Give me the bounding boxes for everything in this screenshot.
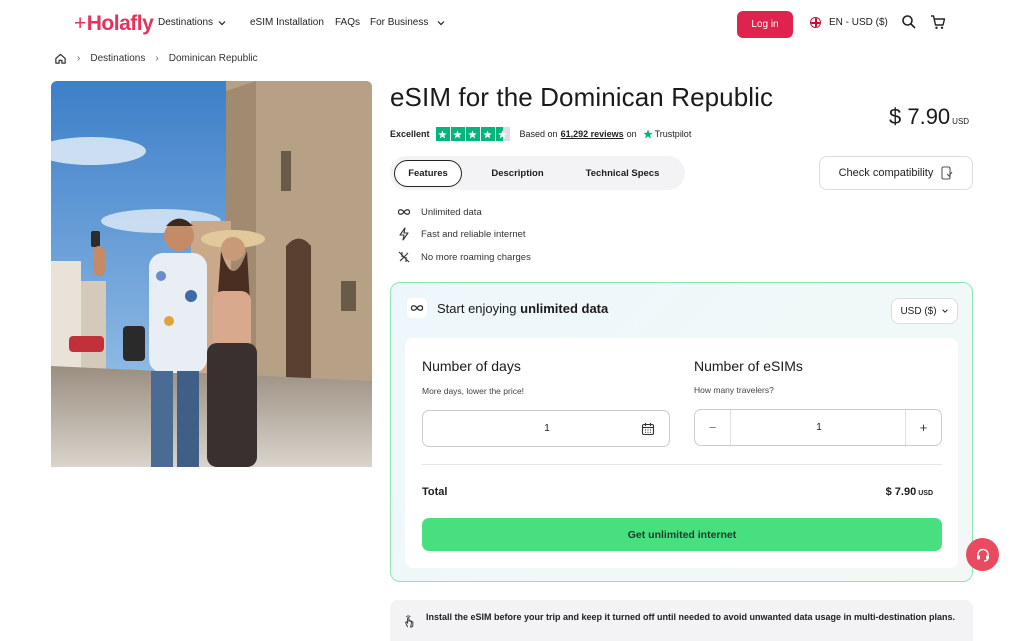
install-notice: Install the eSIM before your trip and ke… — [390, 600, 973, 641]
price-value: $ 7.90 — [889, 104, 951, 129]
esims-label: Number of eSIMs — [694, 358, 803, 374]
login-button[interactable]: Log in — [737, 11, 793, 38]
uk-flag-icon — [810, 17, 821, 28]
language-currency-label: EN - USD ($) — [829, 17, 888, 28]
rating-label: Excellent — [390, 129, 430, 139]
star-icon — [480, 127, 495, 141]
home-icon[interactable] — [54, 52, 67, 65]
plan-heading-prefix: Start enjoying — [437, 300, 517, 316]
search-icon[interactable] — [901, 14, 917, 30]
feature-item: Fast and reliable internet — [397, 227, 526, 241]
star-icon — [465, 127, 480, 141]
currency-select-value: USD ($) — [900, 305, 937, 317]
tab-description[interactable]: Description — [475, 160, 560, 187]
nav-destinations[interactable]: Destinations — [158, 17, 227, 28]
nav-destinations-label: Destinations — [158, 17, 214, 28]
tab-features[interactable]: Features — [394, 160, 462, 187]
divider — [422, 464, 942, 465]
half-star-icon — [495, 127, 510, 141]
destination-photo — [51, 81, 372, 467]
days-label: Number of days — [422, 358, 521, 374]
nav-for-business[interactable]: For Business — [370, 17, 446, 28]
plan-heading-bold: unlimited data — [520, 300, 609, 316]
breadcrumb-current: Dominican Republic — [168, 53, 258, 64]
star-icon — [435, 127, 450, 141]
esims-value[interactable]: 1 — [731, 422, 907, 433]
cart-icon[interactable] — [930, 14, 946, 30]
total-price: $ 7.90 USD — [886, 486, 933, 498]
esims-hint: How many travelers? — [694, 385, 774, 395]
plan-card: Start enjoying unlimited data USD ($) Nu… — [390, 282, 973, 582]
breadcrumb-separator: › — [77, 53, 81, 64]
feature-label: Unlimited data — [421, 206, 482, 218]
reviews-link[interactable]: 61,292 reviews — [561, 129, 624, 139]
hand-tap-icon — [405, 615, 414, 628]
nav-faqs-label: FAQs — [335, 17, 361, 28]
chat-support-button[interactable] — [966, 538, 999, 571]
days-hint: More days, lower the price! — [422, 386, 525, 396]
lightning-icon — [399, 227, 409, 241]
nav-for-business-label: For Business — [370, 17, 429, 28]
currency-select[interactable]: USD ($) — [891, 298, 958, 324]
total-label: Total — [422, 486, 448, 498]
calendar-icon[interactable] — [641, 422, 655, 436]
chevron-down-icon — [218, 20, 226, 25]
tab-technical-specs[interactable]: Technical Specs — [570, 160, 675, 187]
page-title: eSIM for the Dominican Republic — [390, 82, 774, 112]
feature-item: Unlimited data — [397, 205, 482, 219]
nav-esim-installation-label: eSIM Installation — [250, 17, 324, 28]
esims-stepper: − 1 + — [694, 409, 942, 446]
feature-label: Fast and reliable internet — [421, 228, 526, 240]
check-compatibility-button[interactable]: Check compatibility — [819, 156, 973, 190]
rating-stars — [435, 127, 510, 141]
breadcrumb-separator: › — [155, 53, 159, 64]
get-unlimited-internet-button[interactable]: Get unlimited internet — [422, 518, 942, 551]
breadcrumb-destinations[interactable]: Destinations — [90, 53, 145, 64]
increment-button[interactable]: + — [905, 410, 941, 445]
nav-faqs[interactable]: FAQs — [335, 17, 360, 28]
phone-check-icon — [941, 166, 953, 180]
trustpilot-star-icon — [642, 129, 653, 139]
days-value: 1 — [544, 423, 550, 434]
install-notice-text: Install the eSIM before your trip and ke… — [426, 612, 956, 622]
plan-options: Number of days More days, lower the pric… — [405, 338, 958, 568]
rating-on: on — [626, 129, 637, 139]
check-compatibility-label: Check compatibility — [838, 167, 934, 179]
total-currency: USD — [918, 490, 933, 497]
holafly-logo[interactable]: +Holafly — [74, 12, 154, 36]
breadcrumb: › Destinations › Dominican Republic — [54, 52, 258, 65]
chevron-down-icon — [941, 309, 948, 313]
site-header: +Holafly Destinations eSIM Installation … — [0, 0, 1024, 48]
price-currency: USD — [952, 117, 970, 126]
trustpilot-logo: Trustpilot — [642, 129, 692, 139]
support-chat-icon — [976, 548, 989, 562]
chevron-down-icon — [437, 20, 445, 25]
days-field[interactable]: 1 — [422, 410, 670, 447]
decrement-button[interactable]: − — [695, 410, 731, 445]
rating-based-on: Based on — [519, 129, 558, 139]
nav-esim-installation[interactable]: eSIM Installation — [250, 17, 324, 28]
total-value: $ 7.90 — [885, 486, 917, 498]
feature-label: No more roaming charges — [421, 251, 531, 263]
feature-item: No more roaming charges — [397, 250, 531, 264]
plan-heading: Start enjoying unlimited data — [407, 298, 608, 318]
no-roaming-icon — [398, 251, 410, 263]
product-tabs: Features Description Technical Specs — [390, 156, 685, 190]
trustpilot-rating[interactable]: Excellent Based on 61,292 reviews on Tru… — [390, 127, 691, 141]
trustpilot-label: Trustpilot — [654, 129, 692, 139]
infinity-icon — [407, 298, 427, 318]
infinity-icon — [397, 209, 411, 215]
star-icon — [450, 127, 465, 141]
product-price: $ 7.90 USD — [889, 104, 969, 130]
language-currency-selector[interactable]: EN - USD ($) — [810, 17, 888, 28]
